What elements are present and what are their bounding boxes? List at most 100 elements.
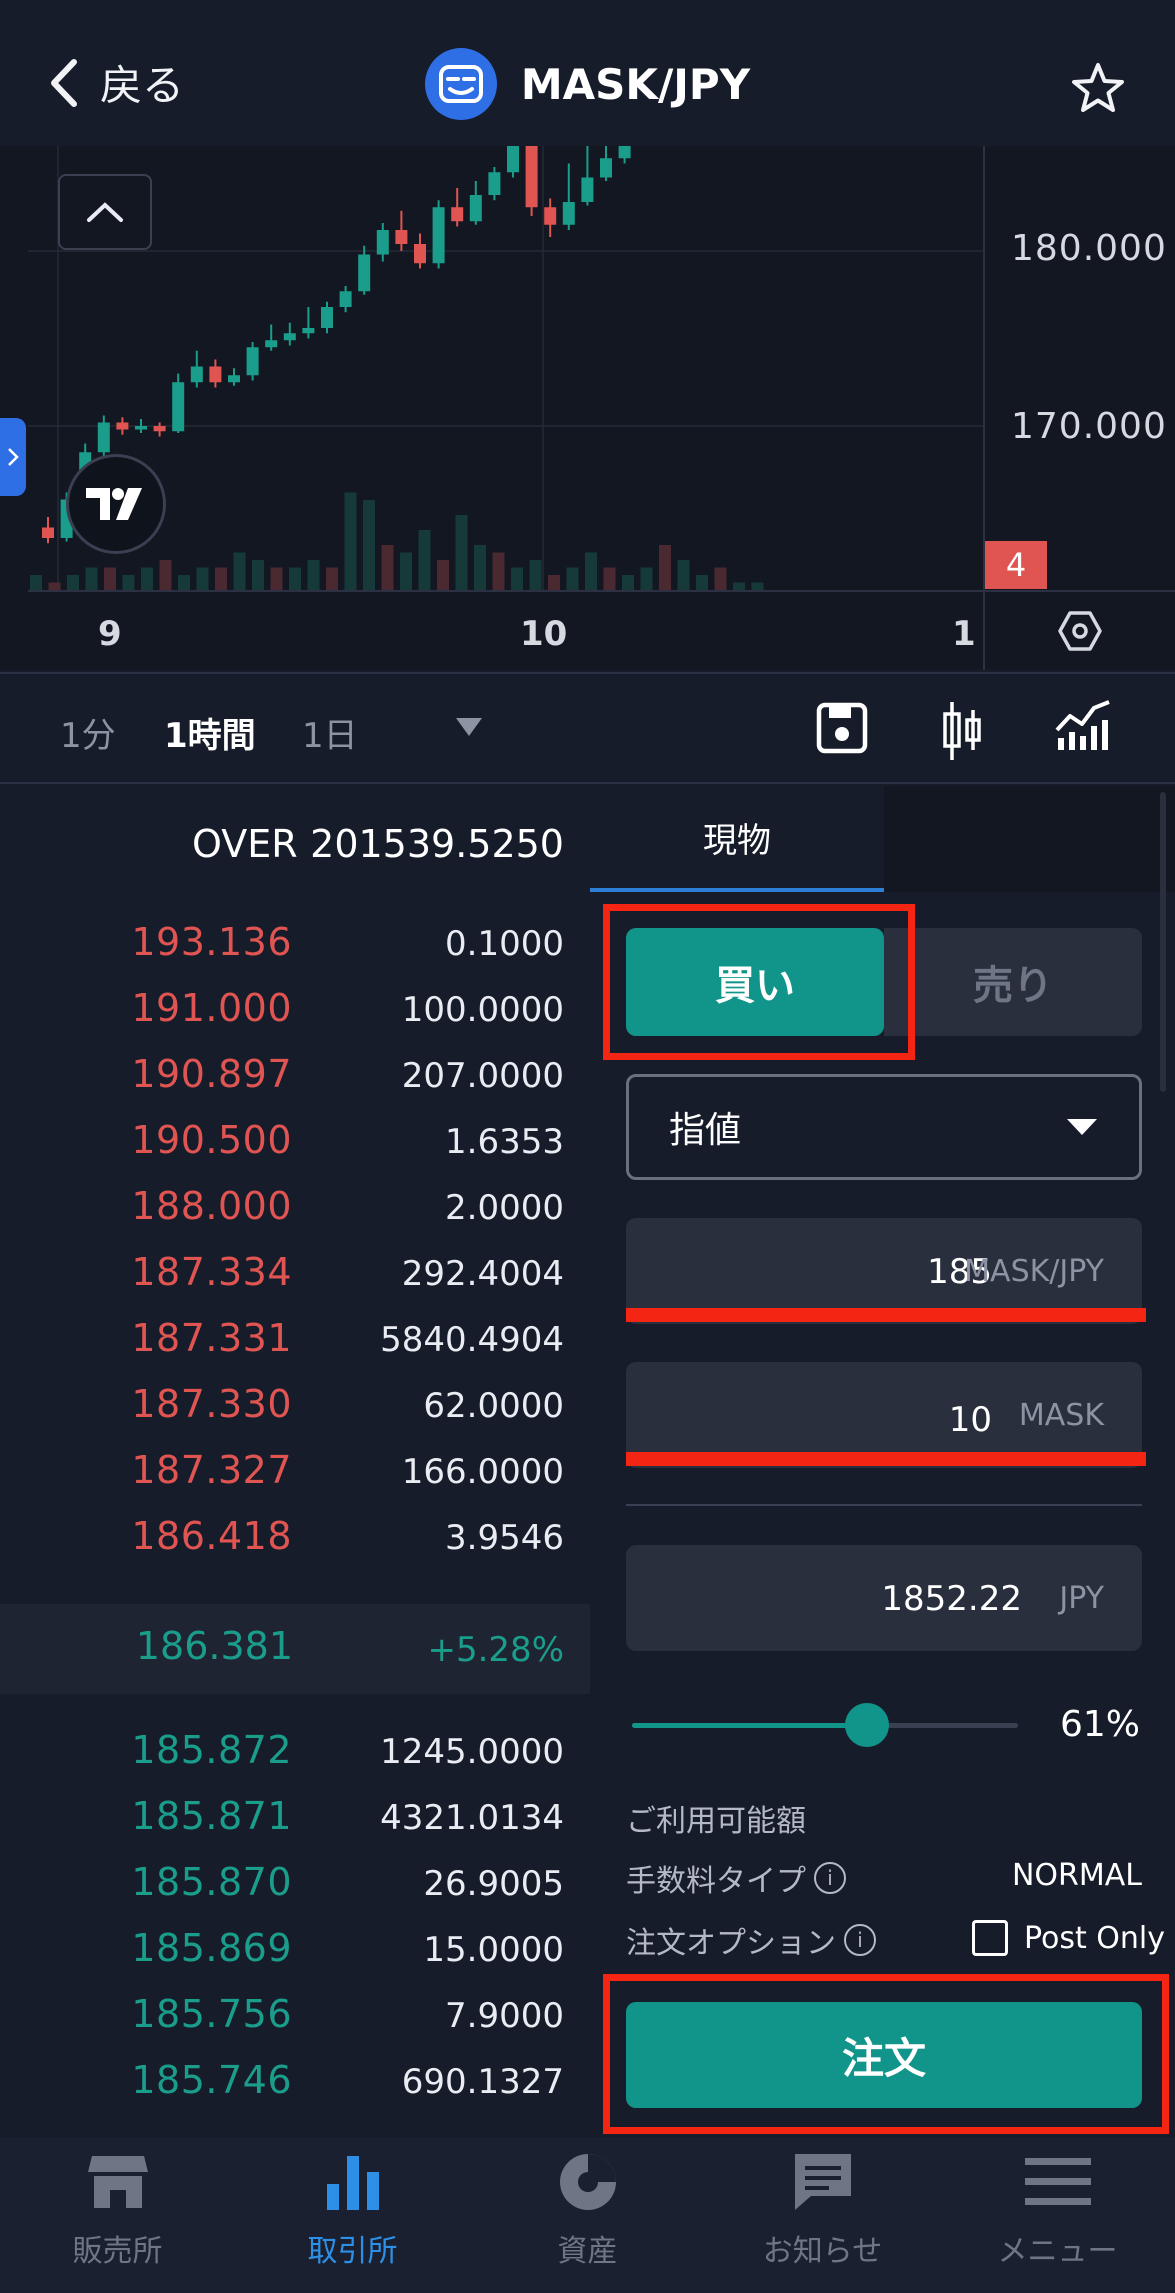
candle-body: [451, 207, 464, 222]
bid-row-price: 185.869: [131, 1926, 292, 1970]
timeframe-1h[interactable]: 1時間: [164, 708, 256, 757]
bid-row[interactable]: 185.872 1245.0000: [0, 1728, 590, 1794]
collapse-chart-button[interactable]: [58, 174, 152, 250]
ask-row[interactable]: 193.136 0.1000: [0, 920, 590, 986]
amount-slider-fill: [632, 1723, 867, 1728]
ask-row-amount: 207.0000: [401, 1056, 564, 1096]
save-layout-icon[interactable]: [816, 702, 868, 758]
bid-row-amount: 7.9000: [445, 1996, 564, 2036]
amount-slider-handle[interactable]: [845, 1703, 889, 1747]
volume-bar: [30, 575, 42, 590]
candle-type-icon[interactable]: [940, 700, 984, 766]
ask-row[interactable]: 186.418 3.9546: [0, 1514, 590, 1580]
volume-bar: [326, 567, 338, 590]
ask-row[interactable]: 187.331 5840.4904: [0, 1316, 590, 1382]
timeframe-1d[interactable]: 1日: [302, 708, 358, 757]
panel-scrollbar[interactable]: [1160, 792, 1166, 1092]
store-icon: [87, 2156, 148, 2208]
timeframe-1m[interactable]: 1分: [60, 708, 116, 757]
ask-row[interactable]: 188.000 2.0000: [0, 1184, 590, 1250]
bid-row[interactable]: 185.871 4321.0134: [0, 1794, 590, 1860]
volume-bar: [381, 545, 394, 590]
tab-spot[interactable]: 現物: [590, 786, 884, 892]
candle-body: [544, 207, 557, 225]
ask-row-amount: 2.0000: [445, 1188, 564, 1228]
bid-row-amount: 15.0000: [423, 1930, 564, 1970]
ask-row[interactable]: 187.327 166.0000: [0, 1448, 590, 1514]
ask-row[interactable]: 187.334 292.4004: [0, 1250, 590, 1316]
post-only-label: Post Only: [1024, 1920, 1166, 1956]
volume-bar: [307, 560, 320, 590]
ask-row[interactable]: 187.330 62.0000: [0, 1382, 590, 1448]
nav-notifications[interactable]: お知らせ: [705, 2150, 940, 2280]
ask-row-amount: 1.6353: [445, 1122, 564, 1162]
order-type-value: 指値: [669, 1110, 742, 1151]
ask-row-price: 187.330: [131, 1382, 292, 1426]
pair-title: MASK/JPY: [0, 48, 1175, 120]
volume-bar: [714, 567, 727, 590]
side-drawer-tab[interactable]: [0, 418, 26, 496]
post-only-checkbox[interactable]: Post Only: [972, 1920, 1165, 1956]
highlight-underline-price: [626, 1308, 1146, 1322]
bid-row-amount: 26.9005: [423, 1864, 564, 1904]
bid-row-amount: 1245.0000: [380, 1732, 564, 1772]
bid-row[interactable]: 185.870 26.9005: [0, 1860, 590, 1926]
ask-row-amount: 3.9546: [445, 1518, 564, 1558]
nav-menu[interactable]: メニュー: [940, 2150, 1175, 2280]
candle-body: [562, 202, 575, 225]
bid-row[interactable]: 185.756 7.9000: [0, 1992, 590, 2058]
ask-row[interactable]: 190.500 1.6353: [0, 1118, 590, 1184]
volume-bar: [122, 575, 135, 590]
checkbox-box[interactable]: [972, 1920, 1008, 1956]
bid-row-amount: 690.1327: [401, 2062, 564, 2102]
ask-row-amount: 292.4004: [401, 1254, 564, 1294]
ask-row-price: 190.500: [131, 1118, 292, 1162]
bid-row[interactable]: 185.869 15.0000: [0, 1926, 590, 1992]
bid-row-price: 185.871: [131, 1794, 292, 1838]
candle-body: [414, 244, 426, 264]
ask-row-amount: 62.0000: [423, 1386, 564, 1426]
volume-bar: [252, 560, 264, 590]
highlight-underline-qty: [626, 1452, 1146, 1466]
nav-label: お知らせ: [762, 2234, 883, 2269]
order-type-select[interactable]: 指値: [626, 1074, 1142, 1180]
volume-bar: [233, 552, 246, 590]
ask-row[interactable]: 191.000 100.0000: [0, 986, 590, 1052]
x-tick-label: 9: [98, 614, 122, 654]
candle-body: [600, 158, 612, 178]
favorite-star-icon[interactable]: [1069, 60, 1127, 118]
info-icon[interactable]: i: [844, 1924, 876, 1956]
chart-settings-button[interactable]: [983, 590, 1175, 670]
sell-toggle[interactable]: 売り: [884, 928, 1142, 1036]
candlestick-chart[interactable]: [28, 146, 983, 590]
total-input[interactable]: 1852.22 JPY: [626, 1545, 1142, 1651]
volume-bar: [474, 545, 486, 590]
x-tick-label: 10: [520, 614, 568, 654]
ask-row-amount: 0.1000: [445, 924, 564, 964]
candle-body: [525, 146, 538, 208]
order-option-row: 注文オプション i: [626, 1918, 876, 1962]
nav-label: 取引所: [307, 2234, 398, 2269]
volume-bar: [640, 567, 653, 590]
volume-bar: [67, 575, 79, 590]
mask-coin-icon: [424, 48, 497, 120]
chart-canvas: [28, 146, 983, 590]
timeframe-dropdown-icon[interactable]: [454, 716, 484, 742]
bid-row-price: 185.756: [131, 1992, 292, 2036]
over-label: OVER: [192, 822, 298, 866]
nav-exchange[interactable]: 取引所: [235, 2150, 470, 2280]
bid-row[interactable]: 185.746 690.1327: [0, 2058, 590, 2124]
nav-assets[interactable]: 資産: [470, 2150, 705, 2280]
info-icon[interactable]: i: [814, 1862, 846, 1894]
ask-row[interactable]: 190.897 207.0000: [0, 1052, 590, 1118]
last-price: 186.381: [135, 1624, 293, 1668]
ask-row-amount: 5840.4904: [380, 1320, 564, 1360]
highlight-box-order: [603, 1974, 1169, 2134]
candle-body: [469, 195, 482, 222]
candle-body: [265, 340, 278, 348]
fee-type-row: 手数料タイプ i: [626, 1856, 846, 1900]
nav-store[interactable]: 販売所: [0, 2150, 235, 2280]
indicators-icon[interactable]: [1054, 700, 1112, 756]
volume-bar: [622, 575, 634, 590]
volume-bar: [178, 575, 190, 590]
